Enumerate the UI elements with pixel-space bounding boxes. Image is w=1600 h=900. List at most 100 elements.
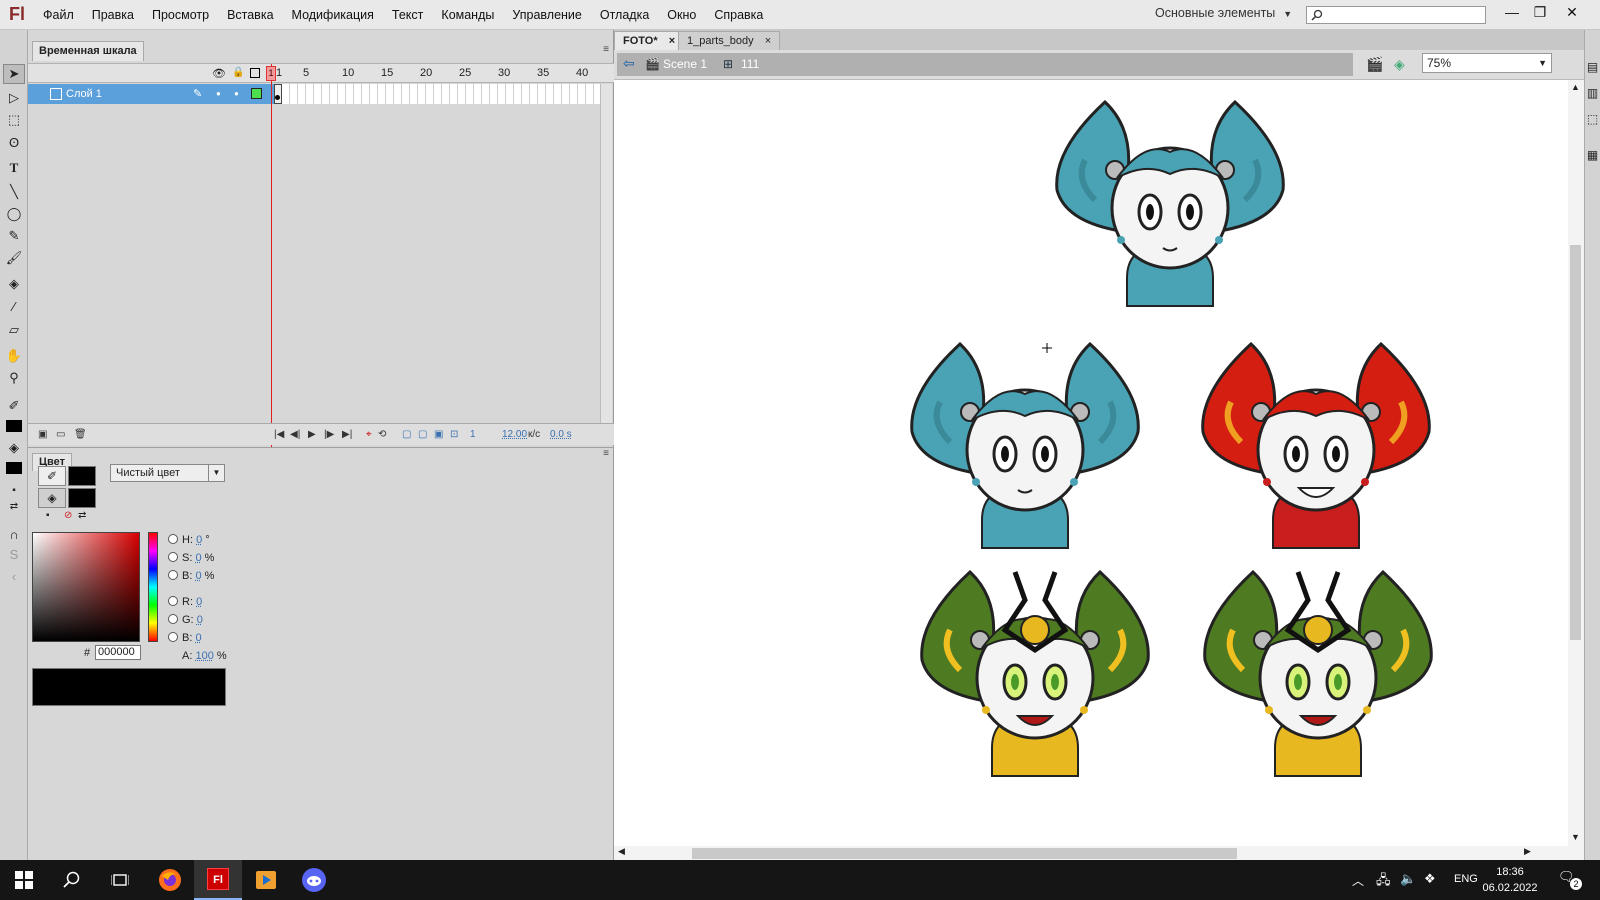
- color-field[interactable]: H: 0 °: [168, 534, 210, 546]
- menu-item[interactable]: Правка: [83, 0, 143, 30]
- vertical-scrollbar[interactable]: ▲ ▼: [1568, 80, 1584, 846]
- menu-item[interactable]: Команды: [432, 0, 503, 30]
- line-tool-icon[interactable]: ╲: [3, 182, 25, 202]
- clock[interactable]: 18:36 06.02.2022: [1480, 864, 1540, 896]
- timeline-tab[interactable]: Временная шкала: [32, 41, 144, 61]
- task-view-icon[interactable]: [96, 860, 144, 900]
- scroll-up-icon[interactable]: ▲: [1571, 82, 1580, 92]
- onion-outline-icon[interactable]: ▢: [418, 429, 427, 440]
- radio-button[interactable]: [168, 632, 178, 642]
- radio-button[interactable]: [168, 534, 178, 544]
- last-frame-icon[interactable]: ▶|: [342, 429, 352, 440]
- stroke-color-swatch[interactable]: [68, 466, 96, 486]
- free-transform-tool-icon[interactable]: ⬚: [3, 110, 25, 130]
- close-tab-icon[interactable]: ×: [765, 35, 771, 47]
- layer-name[interactable]: Слой 1 ✎ ● ●: [28, 84, 274, 104]
- media-player-icon[interactable]: [242, 860, 290, 900]
- notifications-icon[interactable]: 🗨 2: [1558, 869, 1582, 891]
- stroke-color-icon[interactable]: ✐: [38, 466, 66, 486]
- zoom-select[interactable]: 75% ▼: [1422, 53, 1552, 73]
- frame-cells[interactable]: [274, 84, 610, 104]
- color-field[interactable]: G: 0: [168, 614, 203, 626]
- volume-icon[interactable]: 🔈: [1400, 871, 1416, 887]
- eye-icon[interactable]: 👁: [212, 67, 226, 80]
- field-value[interactable]: 0: [196, 534, 202, 546]
- timeline-scrollbar[interactable]: [600, 84, 612, 423]
- color-field[interactable]: S: 0 %: [168, 552, 214, 564]
- workspace-switcher[interactable]: Основные элементы ▼: [1155, 6, 1292, 20]
- lasso-tool-icon[interactable]: ʘ: [3, 132, 25, 152]
- fill-color-swatch[interactable]: [68, 488, 96, 508]
- document-tab[interactable]: 1_parts_body ×: [678, 31, 781, 50]
- loop-icon[interactable]: ⟲: [378, 429, 386, 440]
- outline-icon[interactable]: [250, 68, 260, 78]
- color-picker-field[interactable]: [32, 532, 140, 642]
- lock-dot-icon[interactable]: ●: [234, 84, 239, 104]
- stroke-swatch[interactable]: [6, 420, 22, 432]
- center-frame-icon[interactable]: ⌖: [366, 429, 372, 440]
- menu-item[interactable]: Отладка: [591, 0, 658, 30]
- hex-input[interactable]: 000000: [95, 645, 141, 660]
- document-tab[interactable]: FOTO* ×: [614, 31, 685, 50]
- field-value[interactable]: 0: [197, 614, 203, 626]
- library-icon[interactable]: ▦: [1585, 148, 1600, 168]
- close-tab-icon[interactable]: ×: [669, 35, 675, 47]
- oval-tool-icon[interactable]: ◯: [3, 204, 25, 224]
- panel-menu-icon[interactable]: ≡: [603, 44, 609, 55]
- keyframe[interactable]: [274, 84, 282, 104]
- fill-color-icon[interactable]: ◈: [38, 488, 66, 508]
- new-layer-icon[interactable]: ▣: [38, 429, 47, 440]
- eraser-tool-icon[interactable]: ▱: [3, 320, 25, 340]
- menu-item[interactable]: Текст: [383, 0, 432, 30]
- new-folder-icon[interactable]: ▭: [56, 429, 65, 440]
- restore-button[interactable]: ❐: [1526, 2, 1554, 22]
- menu-item[interactable]: Управление: [503, 0, 591, 30]
- back-arrow-icon[interactable]: ⇦: [623, 55, 635, 72]
- onion-skin-icon[interactable]: ▢: [402, 429, 411, 440]
- field-value[interactable]: 0: [196, 596, 202, 608]
- symbol-link[interactable]: 111: [741, 57, 759, 71]
- playhead[interactable]: [271, 64, 272, 447]
- field-value[interactable]: 0: [195, 552, 201, 564]
- subselection-tool-icon[interactable]: ▷: [3, 88, 25, 108]
- swap-colors-icon[interactable]: ⇄: [78, 510, 86, 521]
- scroll-right-icon[interactable]: ▶: [1524, 846, 1531, 857]
- menu-item[interactable]: Файл: [34, 0, 83, 30]
- color-field[interactable]: R: 0: [168, 596, 202, 608]
- firefox-icon[interactable]: [146, 860, 194, 900]
- align-icon[interactable]: ▥: [1585, 86, 1600, 106]
- panel-menu-icon[interactable]: ≡: [603, 448, 609, 459]
- menu-item[interactable]: Просмотр: [143, 0, 218, 30]
- brush-tool-icon[interactable]: 🖌: [3, 248, 25, 268]
- lock-icon[interactable]: 🔒: [232, 67, 244, 78]
- color-field[interactable]: B: 0: [168, 632, 202, 644]
- selection-tool-icon[interactable]: ➤: [3, 64, 25, 84]
- radio-button[interactable]: [168, 570, 178, 580]
- snap-magnet-icon[interactable]: ∩: [3, 524, 25, 544]
- prev-frame-icon[interactable]: ◀|: [290, 429, 300, 440]
- stage-artwork[interactable]: [614, 80, 1568, 846]
- close-button[interactable]: ✕: [1558, 2, 1586, 22]
- fps-value[interactable]: 12.00: [502, 429, 527, 440]
- zoom-tool-icon[interactable]: ⚲: [3, 368, 25, 388]
- menu-item[interactable]: Окно: [658, 0, 705, 30]
- dropbox-icon[interactable]: ❖: [1424, 871, 1436, 887]
- play-icon[interactable]: ▶: [308, 429, 316, 440]
- radio-button[interactable]: [168, 596, 178, 606]
- fill-swatch[interactable]: [6, 462, 22, 474]
- onion-markers-icon[interactable]: ⊡: [450, 429, 458, 440]
- field-value[interactable]: 0: [195, 570, 201, 582]
- properties-icon[interactable]: ▤: [1585, 60, 1600, 80]
- transform-icon[interactable]: ⬚: [1585, 112, 1600, 132]
- scene-link[interactable]: Scene 1: [663, 57, 707, 71]
- pencil-tool-icon[interactable]: ✎: [3, 226, 25, 246]
- playhead-handle[interactable]: 1: [266, 66, 276, 81]
- scroll-left-icon[interactable]: ◀: [618, 846, 625, 857]
- visibility-dot-icon[interactable]: ●: [216, 84, 221, 104]
- chevron-up-icon[interactable]: ︿: [1352, 872, 1364, 889]
- paint-bucket-tool-icon[interactable]: ◈: [3, 274, 25, 294]
- language-indicator[interactable]: ENG: [1454, 873, 1478, 885]
- straighten-icon[interactable]: ‹: [3, 566, 25, 586]
- minimize-button[interactable]: —: [1498, 2, 1526, 22]
- field-value[interactable]: 0: [195, 632, 201, 644]
